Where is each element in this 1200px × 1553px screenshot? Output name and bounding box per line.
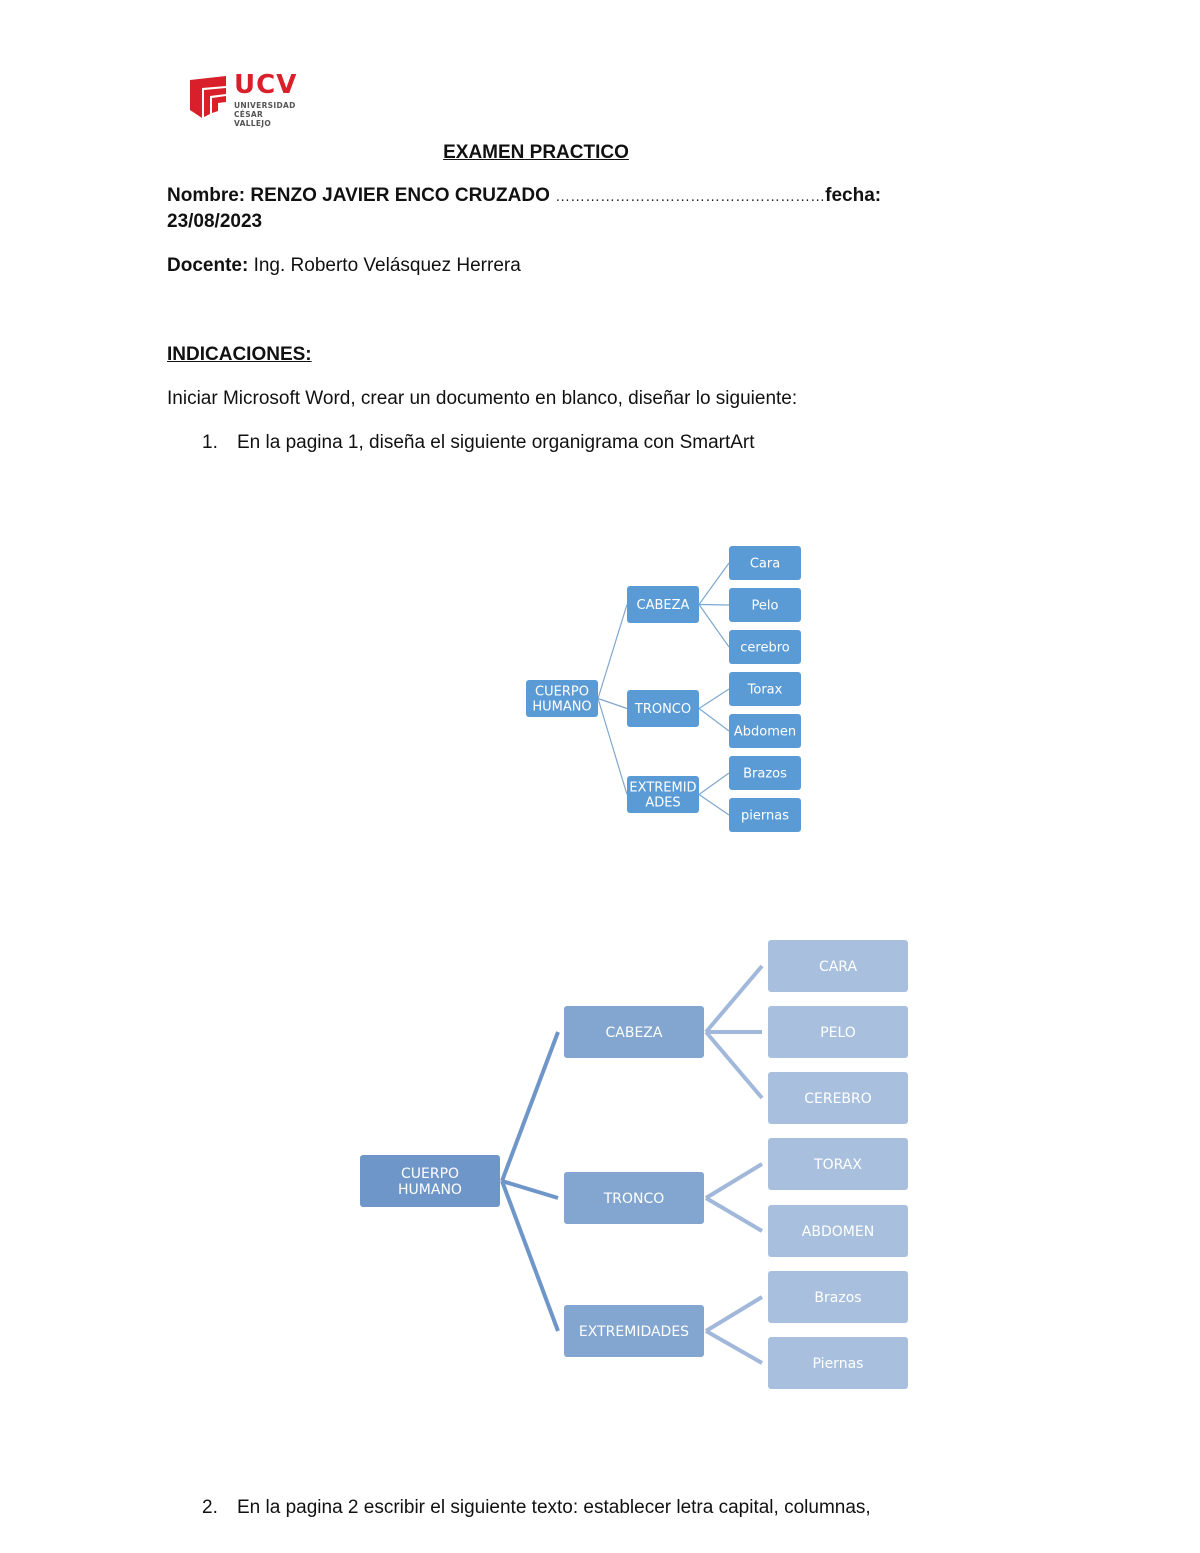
reference-branch-node-label: CABEZA — [637, 598, 690, 613]
answer-leaf-node-label: CARA — [819, 959, 858, 975]
answer-branch-node-label: TRONCO — [603, 1191, 665, 1207]
answer-connector — [704, 1295, 764, 1333]
answer-connector — [501, 1179, 559, 1200]
answer-connector — [704, 1196, 764, 1233]
answer-root-node-label: CUERPO — [401, 1166, 459, 1182]
reference-connector — [698, 772, 730, 795]
answer-branch-node-label: CABEZA — [606, 1025, 663, 1041]
reference-leaf-node-label: Cara — [750, 557, 780, 572]
reference-leaf-node-label: piernas — [741, 809, 789, 824]
reference-connector — [698, 794, 730, 816]
reference-branch-node-label: TRONCO — [634, 702, 691, 717]
answer-connector — [704, 1030, 764, 1100]
answer-leaf-node-label: Piernas — [813, 1356, 864, 1372]
answer-branch-node-label: EXTREMIDADES — [579, 1324, 689, 1340]
reference-connector — [597, 604, 628, 699]
answer-root-node-label: HUMANO — [398, 1182, 462, 1198]
reference-branch-node-label: EXTREMID — [629, 781, 696, 796]
reference-organigram: CUERPOHUMANOCABEZACaraPelocerebroTRONCOT… — [360, 546, 908, 1389]
reference-leaf-node-label: Brazos — [743, 767, 787, 782]
answer-leaf-node-label: ABDOMEN — [802, 1224, 874, 1240]
reference-connector — [698, 708, 730, 732]
reference-connector — [698, 688, 730, 710]
reference-connector — [597, 698, 628, 795]
reference-connector — [597, 697, 628, 710]
reference-root-node-label: CUERPO — [535, 685, 589, 700]
reference-root-node-label: HUMANO — [532, 700, 591, 715]
reference-leaf-node-label: cerebro — [740, 641, 790, 656]
answer-leaf-node-label: Brazos — [814, 1290, 861, 1306]
reference-branch-node-label: ADES — [645, 796, 680, 811]
reference-connector — [698, 562, 730, 605]
answer-connector — [705, 1329, 763, 1365]
reference-connector — [698, 604, 730, 648]
answer-connector — [500, 1031, 560, 1182]
reference-leaf-node-label: Abdomen — [734, 725, 796, 740]
answer-connector — [500, 1180, 560, 1332]
answer-leaf-node-label: TORAX — [813, 1157, 862, 1173]
answer-connector — [704, 1162, 764, 1200]
reference-leaf-node-label: Torax — [747, 683, 783, 698]
reference-leaf-node-label: Pelo — [752, 599, 779, 614]
reference-connector — [698, 603, 730, 606]
answer-leaf-node-label: CEREBRO — [804, 1091, 872, 1107]
answer-connector — [704, 964, 764, 1034]
answer-leaf-node-label: PELO — [820, 1025, 856, 1041]
